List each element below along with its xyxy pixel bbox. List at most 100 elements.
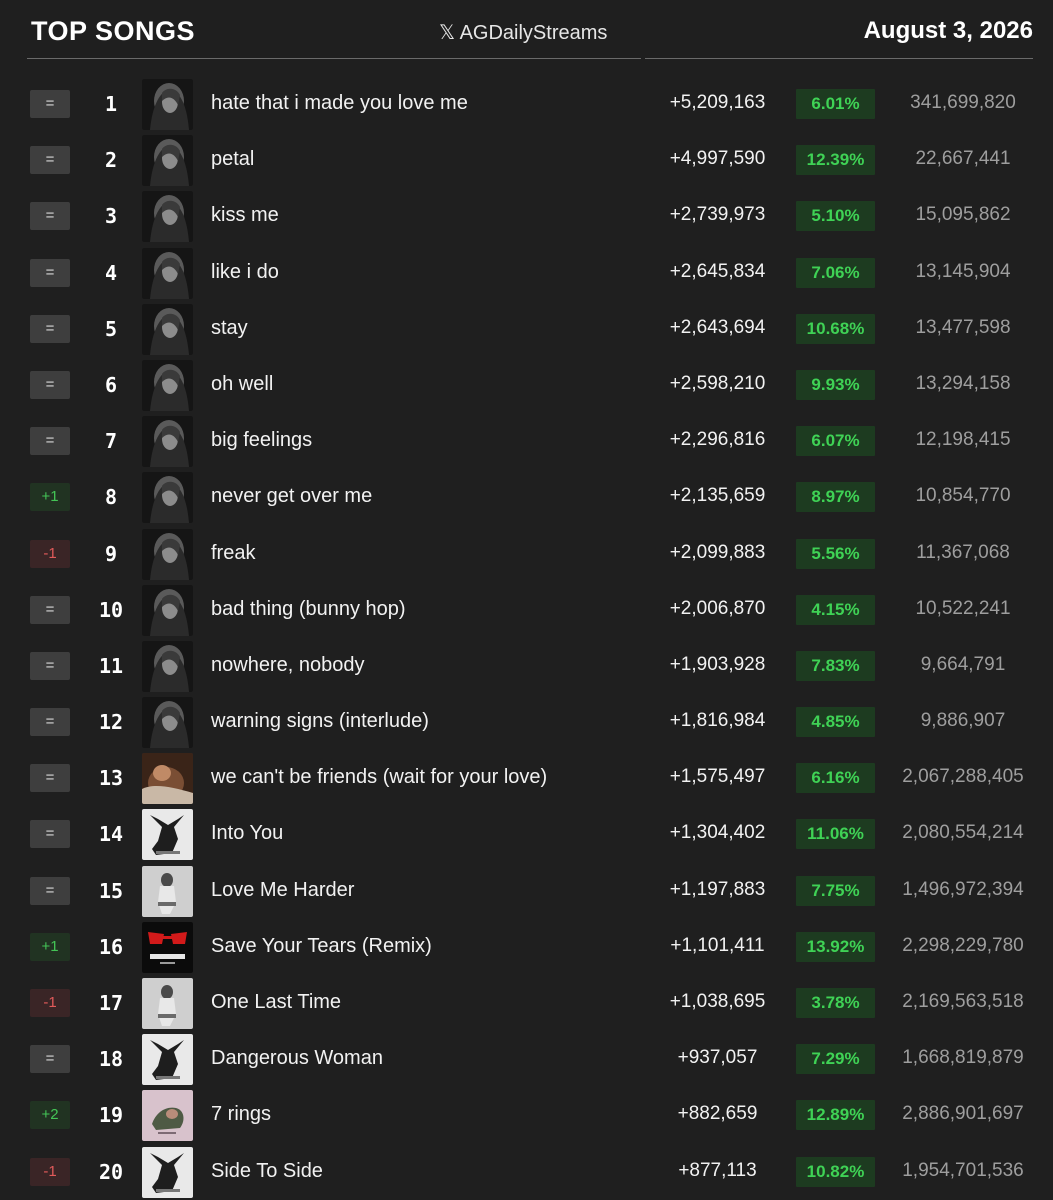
rank-number: 2: [104, 148, 118, 173]
table-row[interactable]: -1 20 Side To Side +877,113 10.82% 1,954,701,…: [0, 1144, 1053, 1200]
daily-streams: +1,197,883: [669, 878, 766, 900]
table-row[interactable]: = 1 hate that i made you love me +5,209,163…: [0, 76, 1053, 132]
song-title[interactable]: oh well: [211, 373, 273, 396]
rank-change-badge: =: [30, 427, 70, 456]
rank-number: 15: [98, 878, 124, 903]
daily-streams: +2,135,659: [669, 485, 766, 507]
song-title[interactable]: big feelings: [211, 429, 312, 452]
album-art: [142, 1034, 193, 1086]
header-divider-left: [27, 58, 641, 59]
total-streams: 13,477,598: [915, 316, 1011, 338]
growth-percent-badge: 6.01%: [796, 89, 875, 119]
album-art: [142, 303, 193, 355]
growth-percent-badge: 7.29%: [796, 1044, 875, 1075]
rank-number: 4: [104, 260, 118, 285]
rank-change-badge: =: [30, 370, 70, 399]
rank-number: 13: [98, 766, 124, 791]
total-streams: 341,699,820: [910, 92, 1016, 113]
growth-percent-badge: 5.56%: [796, 538, 875, 569]
growth-percent-badge: 7.75%: [796, 875, 875, 906]
table-row[interactable]: = 11 nowhere, nobody +1,903,928 7.83% 9,664,7…: [0, 638, 1053, 694]
total-streams: 1,954,701,536: [902, 1159, 1024, 1181]
rank-number: 6: [104, 372, 118, 397]
daily-streams: +1,816,984: [669, 710, 766, 732]
song-title[interactable]: bad thing (bunny hop): [211, 598, 406, 621]
song-title[interactable]: stay: [211, 317, 248, 340]
table-row[interactable]: = 13 we can't be friends (wait for your lo…: [0, 750, 1053, 806]
rank-change-badge: =: [30, 90, 70, 118]
table-row[interactable]: +2 19 7 rings +882,659 12.89% 2,886,901,697: [0, 1087, 1053, 1143]
song-title[interactable]: Save Your Tears (Remix): [211, 935, 432, 958]
song-title[interactable]: petal: [211, 148, 254, 171]
total-streams: 2,886,901,697: [902, 1103, 1024, 1125]
rank-change-badge: =: [30, 146, 70, 175]
daily-streams: +4,997,590: [669, 148, 766, 170]
song-title[interactable]: Love Me Harder: [211, 879, 354, 902]
rank-change-badge: +2: [30, 1101, 70, 1130]
rank-change-badge: =: [30, 314, 70, 343]
account-handle: 𝕏 AGDailyStreams: [439, 22, 608, 44]
rank-change-badge: -1: [30, 989, 70, 1017]
album-art: [142, 921, 193, 973]
table-row[interactable]: = 2 petal +4,997,590 12.39% 22,667,441: [0, 132, 1053, 188]
rank-number: 5: [104, 316, 118, 341]
total-streams: 2,169,563,518: [902, 991, 1024, 1012]
table-row[interactable]: = 12 warning signs (interlude) +1,816,984 4.…: [0, 694, 1053, 750]
song-title[interactable]: hate that i made you love me: [211, 92, 468, 115]
table-row[interactable]: = 18 Dangerous Woman +937,057 7.29% 1,668,819…: [0, 1031, 1053, 1087]
growth-percent-badge: 6.07%: [796, 426, 875, 457]
rank-change-badge: =: [30, 595, 70, 624]
table-row[interactable]: +1 8 never get over me +2,135,659 8.97% 10,85…: [0, 469, 1053, 525]
song-title[interactable]: Dangerous Woman: [211, 1047, 383, 1070]
rank-number: 16: [98, 934, 124, 959]
table-row[interactable]: = 5 stay +2,643,694 10.68% 13,477,598: [0, 301, 1053, 357]
total-streams: 10,522,241: [915, 597, 1011, 619]
daily-streams: +2,006,870: [669, 597, 766, 619]
album-art: [142, 640, 193, 692]
song-title[interactable]: nowhere, nobody: [211, 654, 364, 677]
table-row[interactable]: = 3 kiss me +2,739,973 5.10% 15,095,862: [0, 188, 1053, 244]
song-title[interactable]: we can't be friends (wait for your love): [211, 766, 547, 789]
daily-streams: +2,598,210: [669, 372, 766, 394]
daily-streams: +1,575,497: [669, 766, 766, 788]
table-row[interactable]: -1 17 One Last Time +1,038,695 3.78% 2,169,56…: [0, 975, 1053, 1031]
table-row[interactable]: +1 16 Save Your Tears (Remix) +1,101,411 13.…: [0, 919, 1053, 975]
rank-change-badge: =: [30, 820, 70, 849]
rank-number: 20: [98, 1159, 124, 1184]
growth-percent-badge: 10.68%: [796, 313, 875, 344]
total-streams: 1,668,819,879: [902, 1047, 1024, 1069]
table-row[interactable]: = 7 big feelings +2,296,816 6.07% 12,198,415: [0, 413, 1053, 469]
table-row[interactable]: = 10 bad thing (bunny hop) +2,006,870 4.15% 1…: [0, 582, 1053, 638]
growth-percent-badge: 11.06%: [796, 819, 875, 850]
song-title[interactable]: One Last Time: [211, 991, 341, 1014]
growth-percent-badge: 7.83%: [796, 650, 875, 681]
growth-percent-badge: 5.10%: [796, 201, 875, 232]
rank-change-badge: =: [30, 764, 70, 793]
total-streams: 15,095,862: [915, 204, 1011, 226]
growth-percent-badge: 10.82%: [796, 1156, 875, 1187]
rank-change-badge: =: [30, 708, 70, 737]
song-title[interactable]: kiss me: [211, 204, 279, 227]
growth-percent-badge: 7.06%: [796, 257, 875, 288]
daily-streams: +2,645,834: [669, 260, 766, 282]
song-title[interactable]: Side To Side: [211, 1160, 323, 1183]
rank-number: 11: [98, 653, 124, 678]
table-row[interactable]: = 14 Into You +1,304,402 11.06% 2,080,554,214: [0, 806, 1053, 862]
song-title[interactable]: freak: [211, 542, 255, 565]
total-streams: 13,294,158: [915, 372, 1011, 394]
song-title[interactable]: warning signs (interlude): [211, 710, 429, 733]
table-row[interactable]: -1 9 freak +2,099,883 5.56% 11,367,068: [0, 526, 1053, 582]
table-row[interactable]: = 6 oh well +2,598,210 9.93% 13,294,158: [0, 357, 1053, 413]
song-title[interactable]: like i do: [211, 261, 279, 284]
rank-number: 19: [98, 1103, 124, 1128]
song-title[interactable]: 7 rings: [211, 1103, 271, 1126]
daily-streams: +5,209,163: [669, 92, 766, 113]
table-row[interactable]: = 15 Love Me Harder +1,197,883 7.75% 1,496,97…: [0, 863, 1053, 919]
album-art: [142, 584, 193, 636]
table-row[interactable]: = 4 like i do +2,645,834 7.06% 13,145,904: [0, 245, 1053, 301]
song-title[interactable]: Into You: [211, 822, 283, 845]
album-art: [142, 1146, 193, 1198]
daily-streams: +1,304,402: [669, 822, 766, 844]
album-art: [142, 247, 193, 299]
song-title[interactable]: never get over me: [211, 485, 372, 508]
